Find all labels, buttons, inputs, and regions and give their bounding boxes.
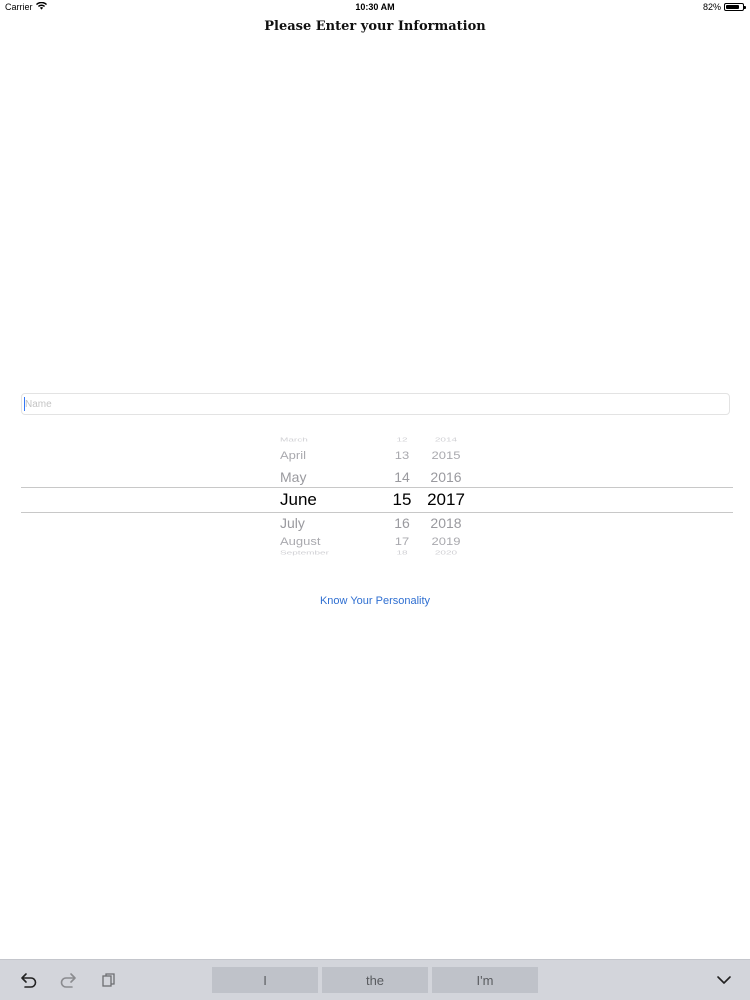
month-wheel[interactable]: March April May June July August Septemb… xyxy=(280,432,380,564)
suggestion-1[interactable]: I xyxy=(212,967,318,993)
status-time: 10:30 AM xyxy=(355,2,395,12)
battery-icon xyxy=(724,3,746,11)
date-picker[interactable]: March April May June July August Septemb… xyxy=(21,432,733,564)
month-selected[interactable]: June xyxy=(280,490,317,510)
year-option[interactable]: 2019 xyxy=(426,535,466,548)
name-input[interactable] xyxy=(21,393,730,415)
month-option[interactable]: March xyxy=(280,437,308,443)
battery-group: 82% xyxy=(702,2,746,12)
year-wheel[interactable]: 2014 2015 2016 2017 2018 2019 2020 xyxy=(426,432,476,564)
text-cursor xyxy=(24,397,25,411)
month-option[interactable]: July xyxy=(280,515,305,531)
day-option[interactable]: 12 xyxy=(382,437,422,443)
undo-icon[interactable] xyxy=(18,968,40,992)
page-title: Please Enter your Information xyxy=(264,19,486,34)
paste-icon[interactable] xyxy=(97,968,119,992)
chevron-down-icon[interactable] xyxy=(713,968,735,992)
day-selected[interactable]: 15 xyxy=(382,490,422,510)
keyboard-shortcut-bar: I the I'm xyxy=(0,959,750,1000)
day-wheel[interactable]: 12 13 14 15 16 17 18 xyxy=(382,432,422,564)
year-option[interactable]: 2016 xyxy=(426,469,466,485)
year-option[interactable]: 2018 xyxy=(426,515,466,531)
year-option[interactable]: 2014 xyxy=(426,437,466,443)
month-option[interactable]: April xyxy=(280,449,306,462)
suggestion-3[interactable]: I'm xyxy=(432,967,538,993)
day-option[interactable]: 16 xyxy=(382,515,422,531)
day-option[interactable]: 17 xyxy=(382,535,422,548)
day-option[interactable]: 14 xyxy=(382,469,422,485)
battery-fill xyxy=(726,5,740,9)
year-option[interactable]: 2020 xyxy=(426,550,466,556)
know-personality-button[interactable]: Know Your Personality xyxy=(0,595,750,607)
status-bar: Carrier 10:30 AM 82% xyxy=(0,0,750,16)
day-option[interactable]: 13 xyxy=(382,449,422,462)
day-option[interactable]: 18 xyxy=(382,550,422,556)
month-option[interactable]: August xyxy=(280,535,320,548)
month-option[interactable]: May xyxy=(280,469,306,485)
month-option[interactable]: September xyxy=(280,550,329,556)
redo-icon[interactable] xyxy=(57,968,79,992)
year-option[interactable]: 2015 xyxy=(426,449,466,462)
year-selected[interactable]: 2017 xyxy=(426,490,466,510)
battery-percent: 82% xyxy=(702,2,721,12)
screen: Carrier 10:30 AM 82% Please Enter your I… xyxy=(0,0,750,1000)
suggestion-2[interactable]: the xyxy=(322,967,428,993)
